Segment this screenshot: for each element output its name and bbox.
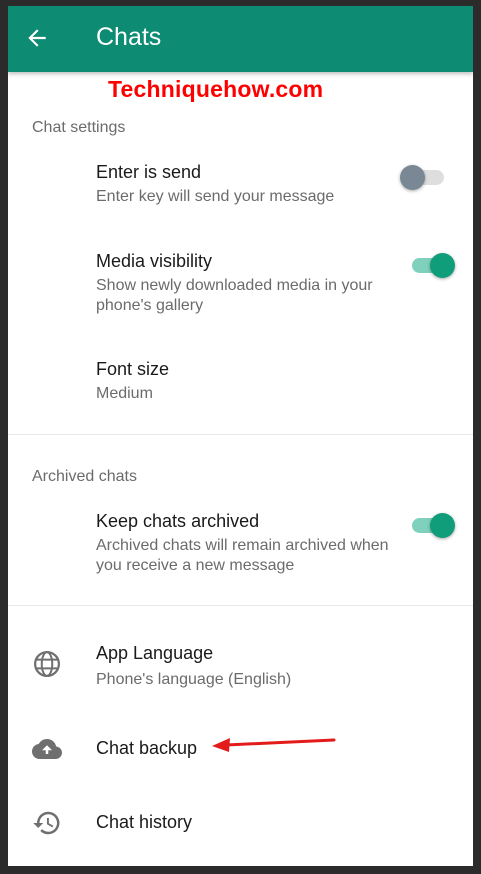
enter-is-send-switch[interactable] [400,162,450,192]
screenshot-frame-right [473,0,481,320]
media-visibility-switch[interactable] [408,250,458,280]
chat-backup-title: Chat backup [96,738,198,758]
enter-is-send-subtitle: Enter key will send your message [96,188,335,205]
watermark-text: Techniquehow.com [108,76,324,102]
globe-icon [34,651,60,677]
section-header-archived-chats: Archived chats [32,468,137,485]
keep-chats-archived-switch[interactable] [408,510,458,540]
font-size-value: Medium [96,385,153,402]
annotation-arrow-icon [212,738,336,752]
keep-chats-archived-title: Keep chats archived [96,511,260,531]
arrow-back-icon[interactable] [24,25,50,51]
enter-is-send-title: Enter is send [96,162,202,182]
app-language-title: App Language [96,643,214,663]
app-language-subtitle: Phone's language (English) [96,671,292,688]
media-visibility-subtitle: Show newly downloaded media in your phon… [96,277,373,314]
chat-history-title: Chat history [96,812,193,832]
page-title: Chats [96,23,162,51]
switch-thumb [400,165,425,190]
switch-thumb [430,513,455,538]
font-size-title: Font size [96,359,170,379]
section-header-chat-settings: Chat settings [32,119,126,136]
switch-thumb [430,253,455,278]
cloud-upload-icon [32,739,62,759]
screenshot-frame-bottom [0,866,481,874]
screenshot-frame-left [0,0,8,874]
section-divider [8,434,473,435]
keep-chats-archived-subtitle: Archived chats will remain archived when… [96,537,389,574]
media-visibility-title: Media visibility [96,251,213,271]
app-bar: Chats [8,6,473,72]
history-icon [33,811,60,835]
section-divider [8,605,473,606]
